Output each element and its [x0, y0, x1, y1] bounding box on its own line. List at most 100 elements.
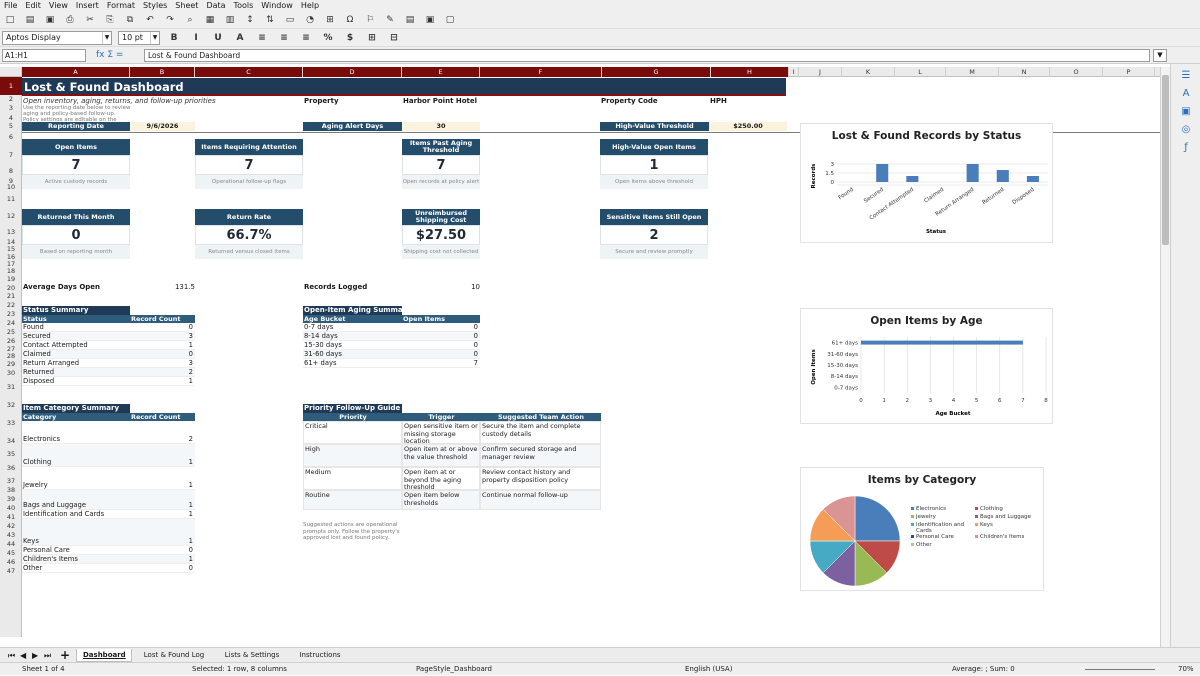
row-header-1[interactable]: 1	[0, 77, 22, 95]
column-header-a[interactable]: A	[22, 67, 130, 77]
menu-window[interactable]: Window	[257, 0, 297, 11]
table-row[interactable]: Found 0	[22, 323, 195, 332]
row-header-19[interactable]: 19	[0, 275, 22, 284]
row-header-35[interactable]: 35	[0, 450, 22, 459]
records-logged-value[interactable]: 10	[402, 282, 480, 292]
priority-cell[interactable]: Routine	[303, 490, 402, 510]
menu-view[interactable]: View	[45, 0, 72, 11]
table-row[interactable]: 61+ days 7	[303, 359, 480, 368]
toolbar-icon[interactable]: ⚐	[364, 14, 376, 26]
row-header-33[interactable]: 33	[0, 414, 22, 432]
chevron-down-icon[interactable]: ▼	[102, 32, 111, 44]
table-row[interactable]: Identification and Cards 1	[22, 510, 195, 519]
table-row[interactable]: Secured 3	[22, 332, 195, 341]
dashboard-title[interactable]: Lost & Found Dashboard	[22, 78, 786, 96]
chevron-down-icon[interactable]: ▼	[150, 32, 159, 44]
row-header-20[interactable]: 20	[0, 284, 22, 292]
corner-select[interactable]	[0, 67, 22, 77]
toolbar-icon[interactable]: Ω	[344, 14, 356, 26]
toolbar-icon[interactable]: ↷	[164, 14, 176, 26]
toolbar-icon[interactable]: ↶	[144, 14, 156, 26]
column-header-d[interactable]: D	[303, 67, 402, 77]
column-header-h[interactable]: H	[711, 67, 789, 77]
age-chart[interactable]: Open Items by Age 0 1 2 3 4 5 6 7 8 0-7 days 8-14 …	[800, 308, 1053, 424]
toolbar-icon[interactable]: ⧉	[124, 14, 136, 26]
format-icon[interactable]: %	[322, 32, 334, 44]
aging-alert-input[interactable]: 30	[402, 122, 480, 131]
format-icon[interactable]: U	[212, 32, 224, 44]
table-row[interactable]: Contact Attempted 1	[22, 341, 195, 350]
row-header-39[interactable]: 39	[0, 495, 22, 504]
sheet-tab-dashboard[interactable]: Dashboard	[76, 649, 132, 662]
row-header-40[interactable]: 40	[0, 504, 22, 513]
row-header-24[interactable]: 24	[0, 319, 22, 328]
menu-sheet[interactable]: Sheet	[171, 0, 202, 11]
average-days-value[interactable]: 131.5	[130, 282, 195, 292]
reporting-date-input[interactable]: 9/6/2026	[130, 122, 195, 131]
row-header-44[interactable]: 44	[0, 540, 22, 549]
menu-edit[interactable]: Edit	[21, 0, 45, 11]
format-icon[interactable]: $	[344, 32, 356, 44]
table-row[interactable]: Keys 1	[22, 519, 195, 546]
menu-tools[interactable]: Tools	[230, 0, 258, 11]
property-code-value[interactable]: HPH	[710, 96, 727, 106]
row-header-18[interactable]: 18	[0, 268, 22, 275]
row-header-3[interactable]: 3	[0, 103, 22, 114]
toolbar-icon[interactable]: ▤	[24, 14, 36, 26]
table-row[interactable]: Electronics 2	[22, 421, 195, 444]
toolbar-icon[interactable]: ↕	[244, 14, 256, 26]
row-header-30[interactable]: 30	[0, 369, 22, 378]
table-row[interactable]: 8-14 days 0	[303, 332, 480, 341]
menu-data[interactable]: Data	[202, 0, 229, 11]
row-header-46[interactable]: 46	[0, 558, 22, 567]
format-icon[interactable]: ≡	[300, 32, 312, 44]
gallery-icon[interactable]: ▣	[1180, 106, 1192, 118]
formula-input[interactable]: Lost & Found Dashboard	[144, 49, 1150, 62]
toolbar-icon[interactable]: ▢	[444, 14, 456, 26]
toolbar-icon[interactable]: ⇅	[264, 14, 276, 26]
row-header-6[interactable]: 6	[0, 129, 22, 145]
table-row[interactable]: Personal Care 0	[22, 546, 195, 555]
table-row[interactable]: Disposed 1	[22, 377, 195, 386]
menu-styles[interactable]: Styles	[139, 0, 171, 11]
table-row[interactable]: 15-30 days 0	[303, 341, 480, 350]
scroll-thumb[interactable]	[1162, 75, 1169, 245]
navigator-icon[interactable]: ◎	[1180, 124, 1192, 136]
toolbar-icon[interactable]: ▤	[404, 14, 416, 26]
toolbar-icon[interactable]: □	[4, 14, 16, 26]
toolbar-icon[interactable]: ⎘	[104, 14, 116, 26]
row-header-25[interactable]: 25	[0, 328, 22, 337]
row-header-29[interactable]: 29	[0, 360, 22, 369]
format-icon[interactable]: ⊟	[388, 32, 400, 44]
add-sheet-icon[interactable]: +	[54, 649, 76, 662]
format-icon[interactable]: ⊞	[366, 32, 378, 44]
sheet-tab-lists-settings[interactable]: Lists & Settings	[218, 649, 286, 662]
toolbar-icon[interactable]: ⎙	[64, 14, 76, 26]
expand-formula-button[interactable]: ▼	[1153, 49, 1167, 62]
row-header-10[interactable]: 10	[0, 184, 22, 191]
row-header-45[interactable]: 45	[0, 549, 22, 558]
row-header-42[interactable]: 42	[0, 522, 22, 531]
styles-icon[interactable]: A	[1180, 88, 1192, 100]
row-header-22[interactable]: 22	[0, 301, 22, 310]
row-header-37[interactable]: 37	[0, 477, 22, 486]
toolbar-icon[interactable]: ✂	[84, 14, 96, 26]
row-header-7[interactable]: 7	[0, 145, 22, 165]
column-header-i[interactable]: I	[789, 67, 799, 77]
functions-icon[interactable]: ƒ	[1180, 142, 1192, 154]
table-row[interactable]: Jewelry 1	[22, 467, 195, 490]
priority-cell[interactable]: Medium	[303, 467, 402, 490]
row-header-2[interactable]: 2	[0, 95, 22, 103]
row-header-23[interactable]: 23	[0, 310, 22, 319]
table-row[interactable]: Children's Items 1	[22, 555, 195, 564]
high-value-threshold-input[interactable]: $250.00	[709, 122, 787, 131]
sheet-tab-instructions[interactable]: Instructions	[292, 649, 348, 662]
row-header-31[interactable]: 31	[0, 378, 22, 396]
toolbar-icon[interactable]: ▥	[224, 14, 236, 26]
toolbar-icon[interactable]: ⌕	[184, 14, 196, 26]
format-icon[interactable]: ≡	[278, 32, 290, 44]
name-box[interactable]: A1:H1	[2, 49, 86, 62]
row-header-47[interactable]: 47	[0, 567, 22, 576]
row-header-11[interactable]: 11	[0, 191, 22, 207]
table-row[interactable]: Claimed 0	[22, 350, 195, 359]
